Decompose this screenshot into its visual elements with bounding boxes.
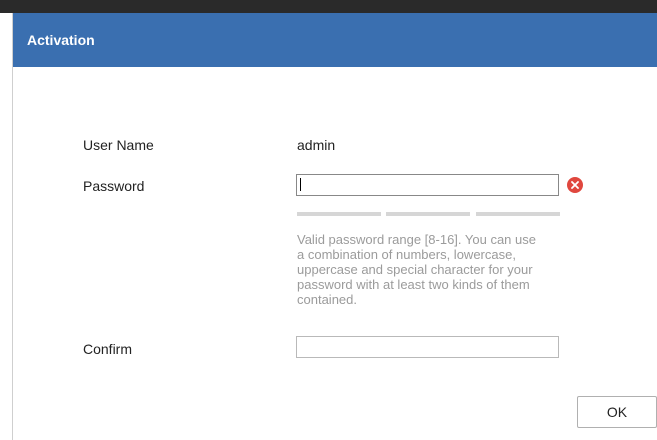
dialog-header: Activation <box>13 13 657 67</box>
confirm-password-input[interactable] <box>296 336 559 358</box>
password-strength-bar-medium <box>386 212 470 216</box>
password-strength-bar-strong <box>476 212 560 216</box>
password-input[interactable] <box>296 174 559 196</box>
clear-icon[interactable] <box>567 177 583 193</box>
user-name-value: admin <box>297 137 336 153</box>
dialog-title: Activation <box>27 32 95 48</box>
window-top-border <box>0 0 657 13</box>
password-hint: Valid password range [8-16]. You can use… <box>297 232 536 307</box>
ok-button[interactable]: OK <box>577 396 657 428</box>
text-caret <box>300 178 301 191</box>
activation-dialog: Activation User Name admin Password Vali… <box>12 13 657 440</box>
password-field-wrapper <box>296 174 559 196</box>
clear-cross-glyph <box>571 181 579 189</box>
password-strength-bar-weak <box>297 212 381 216</box>
password-label: Password <box>83 178 145 194</box>
user-name-label: User Name <box>83 137 154 153</box>
confirm-label: Confirm <box>83 341 133 357</box>
